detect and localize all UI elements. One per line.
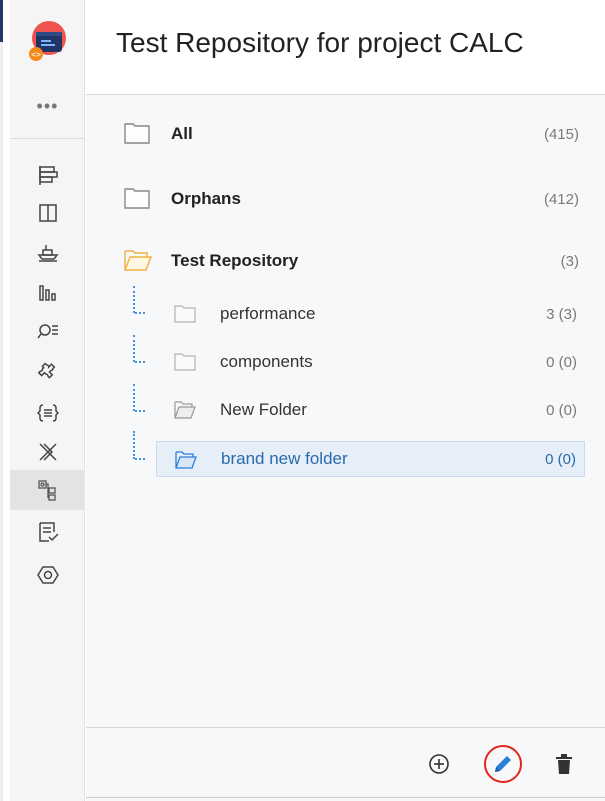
tree-item-label: All [171,124,193,143]
page-title: Test Repository for project CALC [116,27,524,58]
tree-item-count: 0 (0) [546,353,577,371]
tree-connector [135,312,145,314]
folder-icon [124,123,150,144]
tree-item-orphans[interactable]: Orphans (412) [124,181,579,217]
folder-open-icon [124,250,152,271]
tree-item-label: Test Repository [171,251,299,270]
folder-icon [174,305,196,323]
tree-connector [133,286,135,313]
code-list-icon [36,404,59,422]
folder-icon [124,188,150,209]
svg-text:<>: <> [31,50,41,59]
tree-connector [133,335,135,362]
tree-item-count: (415) [543,125,579,143]
tree-item-brand-new-folder[interactable]: brand new folder 0 (0) [156,441,585,477]
columns-icon [38,204,57,222]
more-menu-button[interactable]: ••• [10,96,85,117]
puzzle-icon [37,362,55,379]
tree-item-count: (3) [560,252,579,270]
tree-hierarchy-icon [37,480,56,501]
sidebar: <> ••• [10,0,85,801]
tree-item-label: components [220,352,313,371]
sidebar-item-plan[interactable] [10,155,85,195]
add-folder-button[interactable] [419,744,459,784]
highlight-circle [484,745,522,783]
add-circle-icon [429,754,449,774]
sidebar-item-release[interactable] [10,232,85,272]
folder-icon [174,353,196,371]
sidebar-item-settings[interactable] [10,555,85,595]
footer-divider [86,727,605,728]
sidebar-item-reports[interactable] [10,272,85,312]
tree-item-label: brand new folder [221,449,348,468]
tree-item-test-repository[interactable]: Test Repository (3) [124,243,579,279]
tree-connector [135,361,145,363]
plan-layout-icon [38,166,58,185]
trash-icon [556,754,572,774]
delete-folder-button[interactable] [544,744,584,784]
tree-item-label: performance [220,304,316,323]
folder-open-icon [174,401,196,419]
xray-icon [38,443,57,461]
app-logo[interactable]: <> [27,18,67,62]
sidebar-item-test-plans[interactable] [10,512,85,552]
tree-connector [135,410,145,412]
window-left-edge [0,0,3,801]
folder-open-icon [175,451,197,469]
sidebar-item-addons[interactable] [10,352,85,392]
tree-item-count: (412) [543,190,579,208]
tree-item-label: New Folder [220,400,307,419]
window-accent [0,0,3,42]
folder-tree-panel: All (415) Orphans (412) Test Repository … [86,94,605,801]
bottom-border [86,797,605,798]
sidebar-divider [10,138,85,139]
ship-icon [37,245,58,262]
sidebar-item-test-repository[interactable] [10,470,85,510]
tree-item-components[interactable]: components 0 (0) [156,344,585,380]
sidebar-item-code[interactable] [10,393,85,433]
sidebar-item-board[interactable] [10,193,85,233]
tree-item-count: 3 (3) [546,305,577,323]
tree-connector [133,384,135,411]
sidebar-item-search[interactable] [10,311,85,351]
search-filter-icon [36,324,58,339]
tree-item-performance[interactable]: performance 3 (3) [156,296,585,332]
edit-folder-button[interactable] [483,744,523,784]
sidebar-item-xray[interactable] [10,432,85,472]
checklist-icon [38,522,59,542]
tree-item-new-folder[interactable]: New Folder 0 (0) [156,392,585,428]
tree-item-count: 0 (0) [546,401,577,419]
hexagon-settings-icon [36,566,59,584]
tree-item-label: Orphans [171,189,241,208]
tree-connector [135,458,145,460]
main-content: Test Repository for project CALC All (41… [86,0,605,801]
bar-chart-icon [38,285,56,301]
tree-connector [133,431,135,459]
tree-item-count: 0 (0) [545,450,576,468]
tree-item-all[interactable]: All (415) [124,116,579,152]
